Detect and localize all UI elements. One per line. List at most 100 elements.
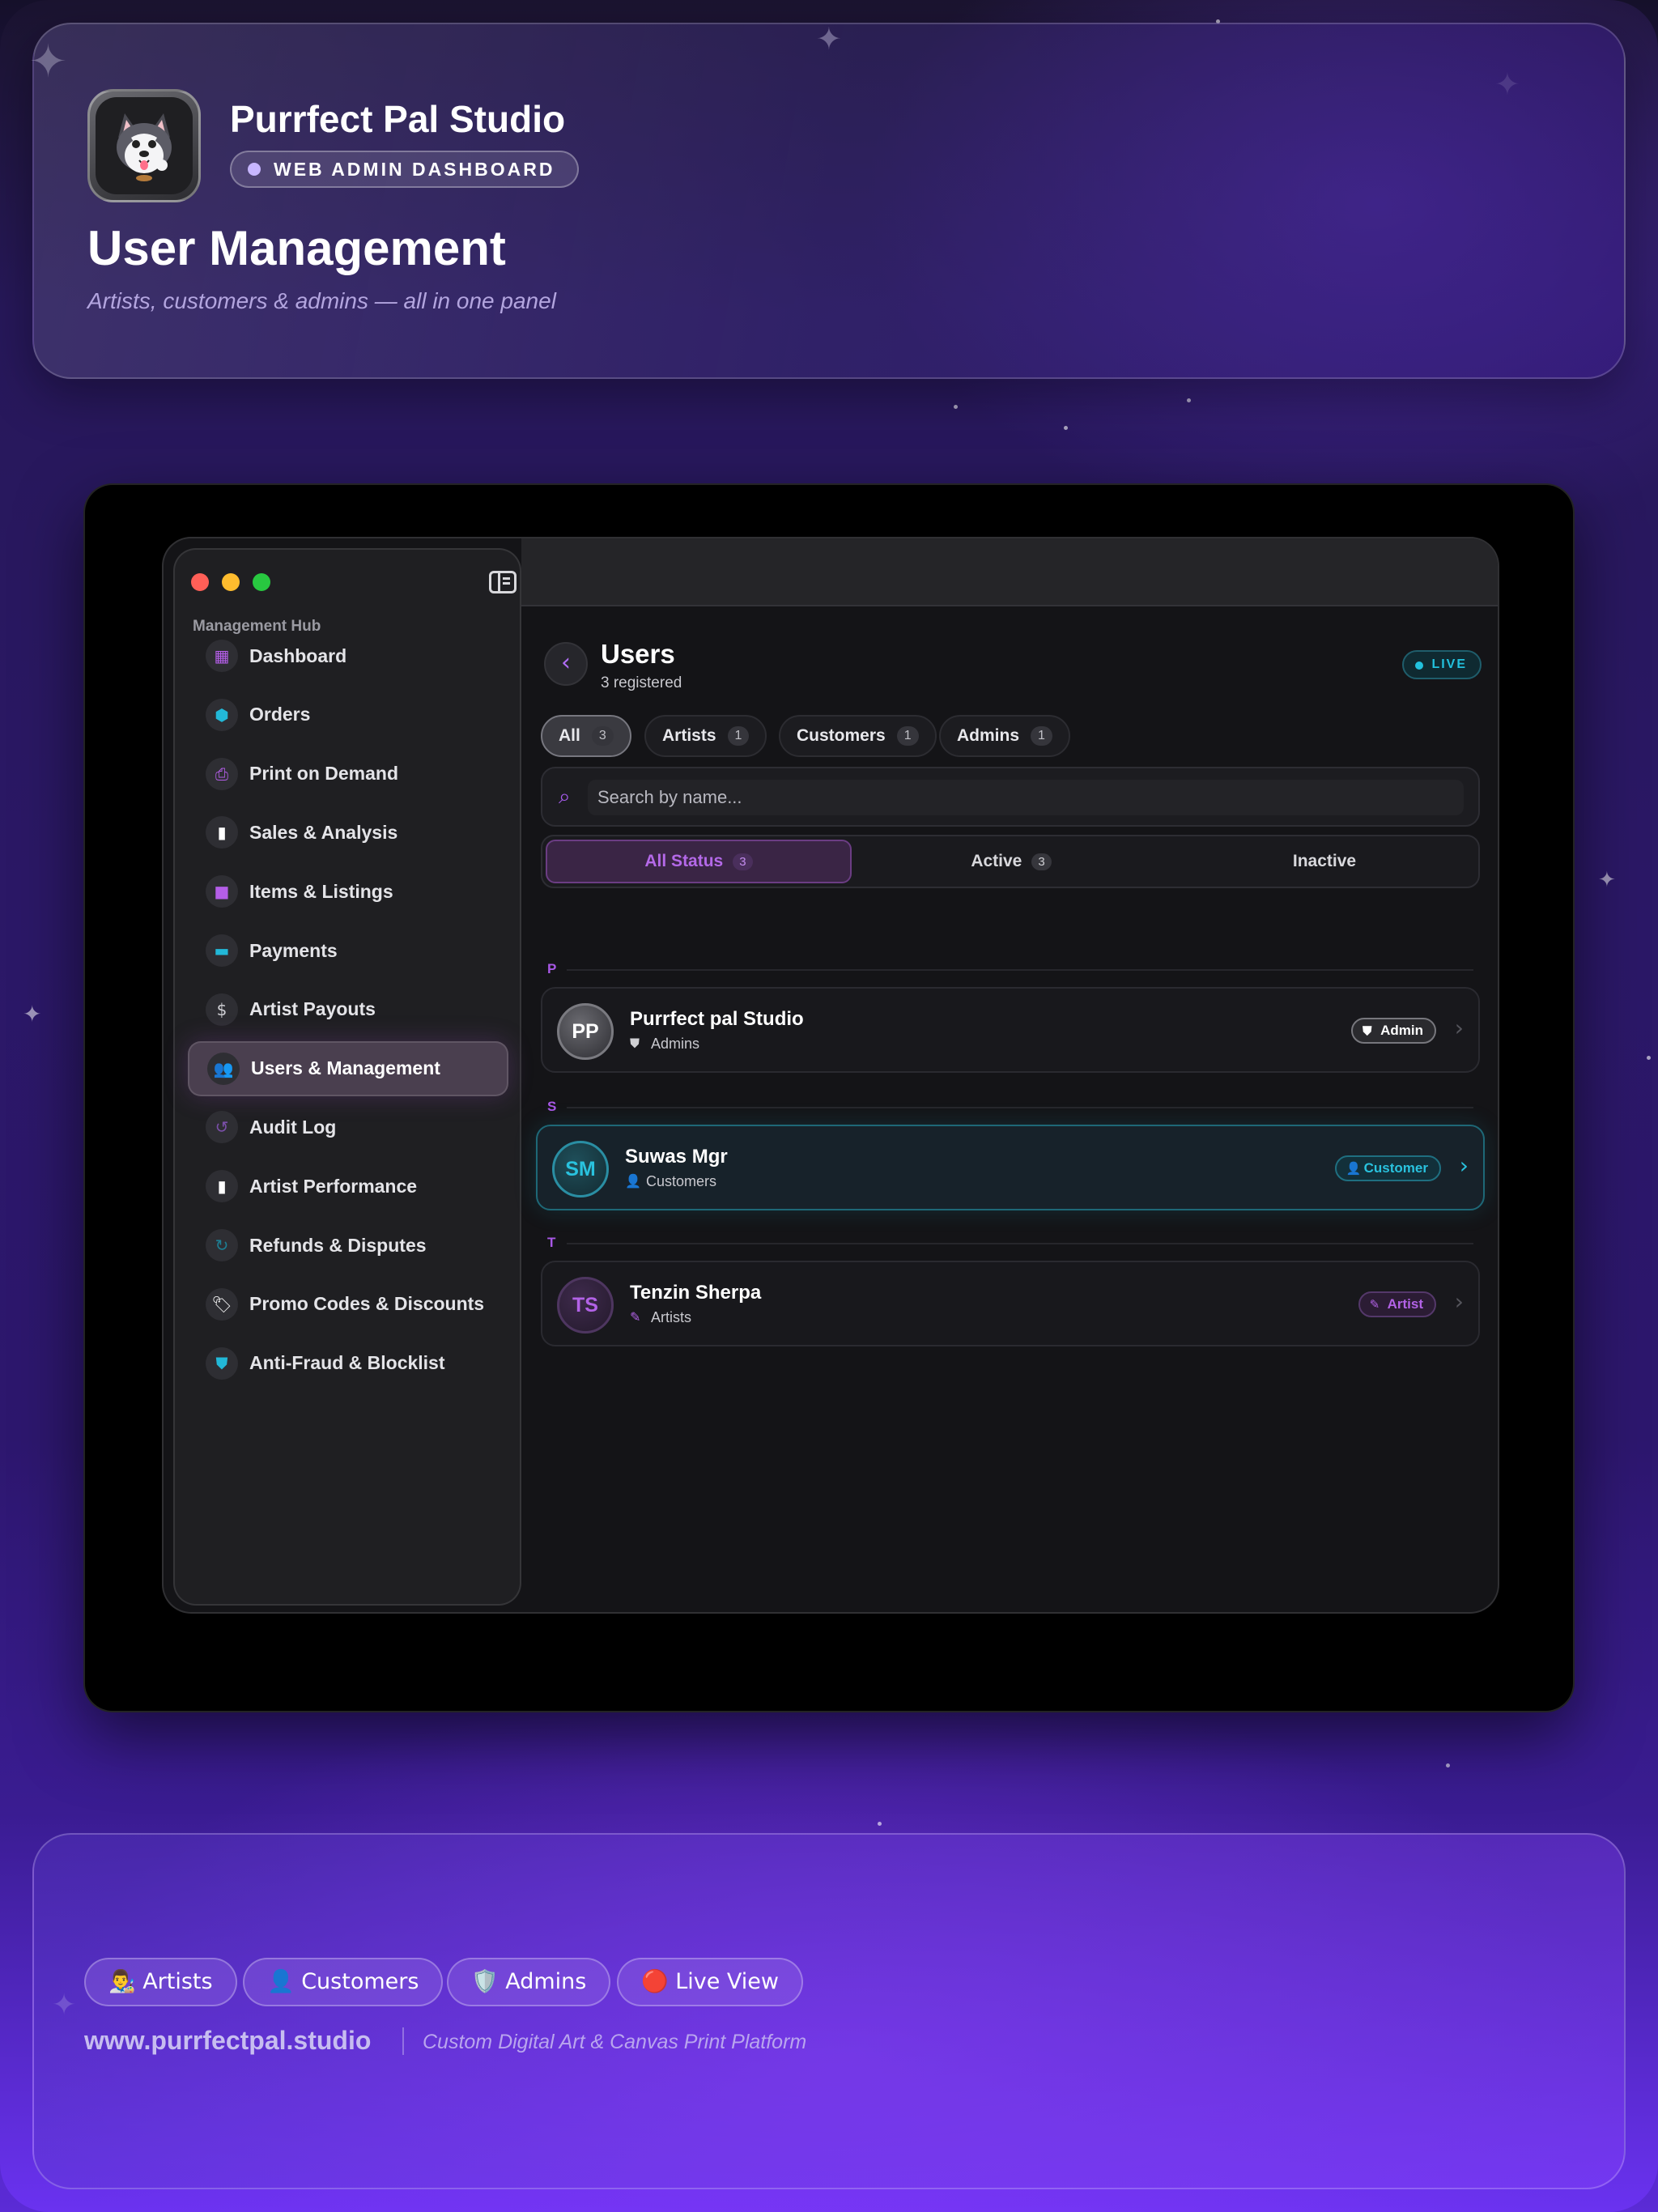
- person-icon: 👤: [625, 1173, 641, 1189]
- role-badge-icon: ✎: [1369, 1297, 1380, 1312]
- chip-customers[interactable]: 👤 Customers: [243, 1958, 444, 2006]
- status-filter-all-status[interactable]: All Status 3: [546, 840, 852, 883]
- window-close-button[interactable]: [191, 573, 209, 591]
- chip-admins[interactable]: 🛡️ Admins: [447, 1958, 611, 2006]
- users-icon: 👥: [207, 1052, 240, 1085]
- user-role: Admins: [651, 1036, 700, 1052]
- users-title: Users: [601, 639, 675, 669]
- tab-label: Artists: [662, 726, 716, 745]
- sidebar-item-anti-fraud-blocklist[interactable]: ⛊ Anti-Fraud & Blocklist: [188, 1336, 508, 1391]
- device-screen: Management Hub ▦ Dashboard ⬢ Orders ⎙ Print o…: [83, 483, 1575, 1712]
- website-url[interactable]: www.purrfectpal.studio: [84, 2026, 371, 2056]
- section-divider: [567, 1107, 1473, 1108]
- footer-card: [32, 1833, 1626, 2189]
- history-icon: ↺: [206, 1111, 238, 1144]
- sidebar-item-artist-performance[interactable]: ▮ Artist Performance: [188, 1159, 508, 1214]
- sidebar-item-label: Users & Management: [251, 1057, 440, 1079]
- bar-chart-icon: ▮: [206, 816, 238, 849]
- sidebar-item-label: Sales & Analysis: [249, 821, 398, 843]
- role-badge: ✎ Artist: [1358, 1291, 1436, 1317]
- sidebar-item-promo-codes-discounts[interactable]: 🏷 Promo Codes & Discounts: [188, 1277, 508, 1332]
- live-badge: LIVE: [1402, 650, 1482, 679]
- window-zoom-button[interactable]: [253, 573, 270, 591]
- tag-icon: 🏷: [206, 1287, 238, 1321]
- tab-customers[interactable]: Customers 1: [779, 715, 937, 757]
- section-letter: S: [547, 1099, 557, 1114]
- window-toolbar: [521, 538, 1498, 606]
- search-icon: ⌕: [559, 785, 571, 809]
- sidebar-item-orders[interactable]: ⬢ Orders: [188, 687, 508, 742]
- chevron-right-icon: ›: [1454, 1288, 1464, 1315]
- page-subtitle: Artists, customers & admins — all in one…: [87, 288, 556, 313]
- chip-artists[interactable]: 👨‍🎨 Artists: [84, 1958, 237, 2006]
- sidebar-item-sales-analysis[interactable]: ▮ Sales & Analysis: [188, 805, 508, 860]
- sidebar-item-label: Items & Listings: [249, 880, 393, 902]
- brand-name: Purrfect Pal Studio: [230, 98, 566, 140]
- search-input[interactable]: [588, 780, 1464, 815]
- user-row[interactable]: PP Purrfect pal Studio ⛊ Admins ⛊ Admin ›: [541, 987, 1480, 1073]
- sidebar-item-label: Refunds & Disputes: [249, 1234, 427, 1256]
- credit-card-icon: ▬: [206, 934, 238, 967]
- back-button[interactable]: ‹: [544, 642, 588, 686]
- shield-icon: ⛊: [630, 1036, 640, 1051]
- avatar: TS: [557, 1277, 614, 1334]
- divider: [402, 2027, 404, 2055]
- sidebar-item-label: Dashboard: [249, 644, 347, 666]
- chevron-right-icon: ›: [1459, 1152, 1469, 1179]
- tab-label: All: [559, 726, 580, 745]
- user-row[interactable]: TS Tenzin Sherpa ✎ Artists ✎ Artist ›: [541, 1261, 1480, 1346]
- status-filter-label: Active: [971, 852, 1022, 870]
- tab-admins[interactable]: Admins 1: [939, 715, 1070, 757]
- sidebar-item-items-listings[interactable]: ■ Items & Listings: [188, 864, 508, 919]
- husky-logo-icon: [117, 113, 172, 181]
- tab-artists[interactable]: Artists 1: [644, 715, 767, 757]
- status-filter: All Status 3 Active 3 Inactive: [541, 835, 1480, 888]
- role-badge-label: Admin: [1380, 1023, 1423, 1038]
- dashboard-type-label: WEB ADMIN DASHBOARD: [274, 159, 555, 180]
- app-window: Management Hub ▦ Dashboard ⬢ Orders ⎙ Print o…: [162, 537, 1499, 1614]
- status-filter-inactive[interactable]: Inactive: [1171, 840, 1478, 883]
- status-filter-count: 3: [733, 853, 753, 870]
- page-background: ✦ ✦ ✦ ✦ ✦ ✦ ✦ ✦: [0, 0, 1658, 2212]
- window-minimize-button[interactable]: [222, 573, 240, 591]
- sidebar-item-label: Orders: [249, 704, 311, 725]
- sidebar-item-artist-payouts[interactable]: $ Artist Payouts: [188, 982, 508, 1037]
- page-title: User Management: [87, 221, 506, 275]
- sidebar-item-users-management[interactable]: 👥 Users & Management: [188, 1040, 508, 1096]
- box-icon: ⬢: [206, 698, 238, 731]
- sidebar-item-payments[interactable]: ▬ Payments: [188, 923, 508, 978]
- user-row[interactable]: SM Suwas Mgr 👤 Customers 👤 Customer ›: [536, 1125, 1485, 1210]
- sidebar-toggle-icon[interactable]: [489, 571, 517, 593]
- sidebar-item-label: Anti-Fraud & Blocklist: [249, 1352, 445, 1374]
- app-logo: [87, 89, 201, 202]
- section-letter: P: [547, 961, 557, 976]
- sparkle-icon: ✦: [1598, 868, 1616, 892]
- status-filter-label: Inactive: [1292, 852, 1357, 870]
- chip-live-view[interactable]: 🔴 Live View: [617, 1958, 803, 2006]
- dollar-icon: $: [206, 993, 238, 1026]
- live-dot-icon: [1415, 661, 1424, 670]
- sparkle-icon: ✦: [23, 1001, 42, 1027]
- status-filter-label: All Status: [644, 852, 724, 870]
- sidebar-item-print-on-demand[interactable]: ⎙ Print on Demand: [188, 747, 508, 802]
- tab-all[interactable]: All 3: [541, 715, 631, 757]
- role-badge: 👤 Customer: [1334, 1155, 1441, 1181]
- sidebar-item-label: Promo Codes & Discounts: [249, 1293, 485, 1315]
- status-filter-active[interactable]: Active 3: [857, 840, 1166, 883]
- users-count: 3 registered: [601, 674, 682, 691]
- role-badge-icon: ⛊: [1363, 1023, 1372, 1038]
- sidebar-item-dashboard[interactable]: ▦ Dashboard: [188, 628, 508, 683]
- sidebar: Management Hub ▦ Dashboard ⬢ Orders ⎙ Print o…: [173, 548, 521, 1606]
- dashboard-type-badge: WEB ADMIN DASHBOARD: [230, 151, 580, 188]
- avatar: SM: [552, 1141, 609, 1197]
- tagline: Custom Digital Art & Canvas Print Platfo…: [423, 2031, 807, 2053]
- user-name: Suwas Mgr: [625, 1146, 728, 1168]
- sidebar-item-label: Print on Demand: [249, 763, 399, 785]
- section-divider: [567, 1243, 1473, 1244]
- printer-icon: ⎙: [206, 757, 238, 790]
- shield-icon: ⛊: [206, 1346, 238, 1380]
- sidebar-item-refunds-disputes[interactable]: ↻ Refunds & Disputes: [188, 1218, 508, 1273]
- grid-icon: ▦: [206, 640, 238, 672]
- sidebar-item-audit-log[interactable]: ↺ Audit Log: [188, 1100, 508, 1155]
- user-name: Tenzin Sherpa: [630, 1282, 762, 1304]
